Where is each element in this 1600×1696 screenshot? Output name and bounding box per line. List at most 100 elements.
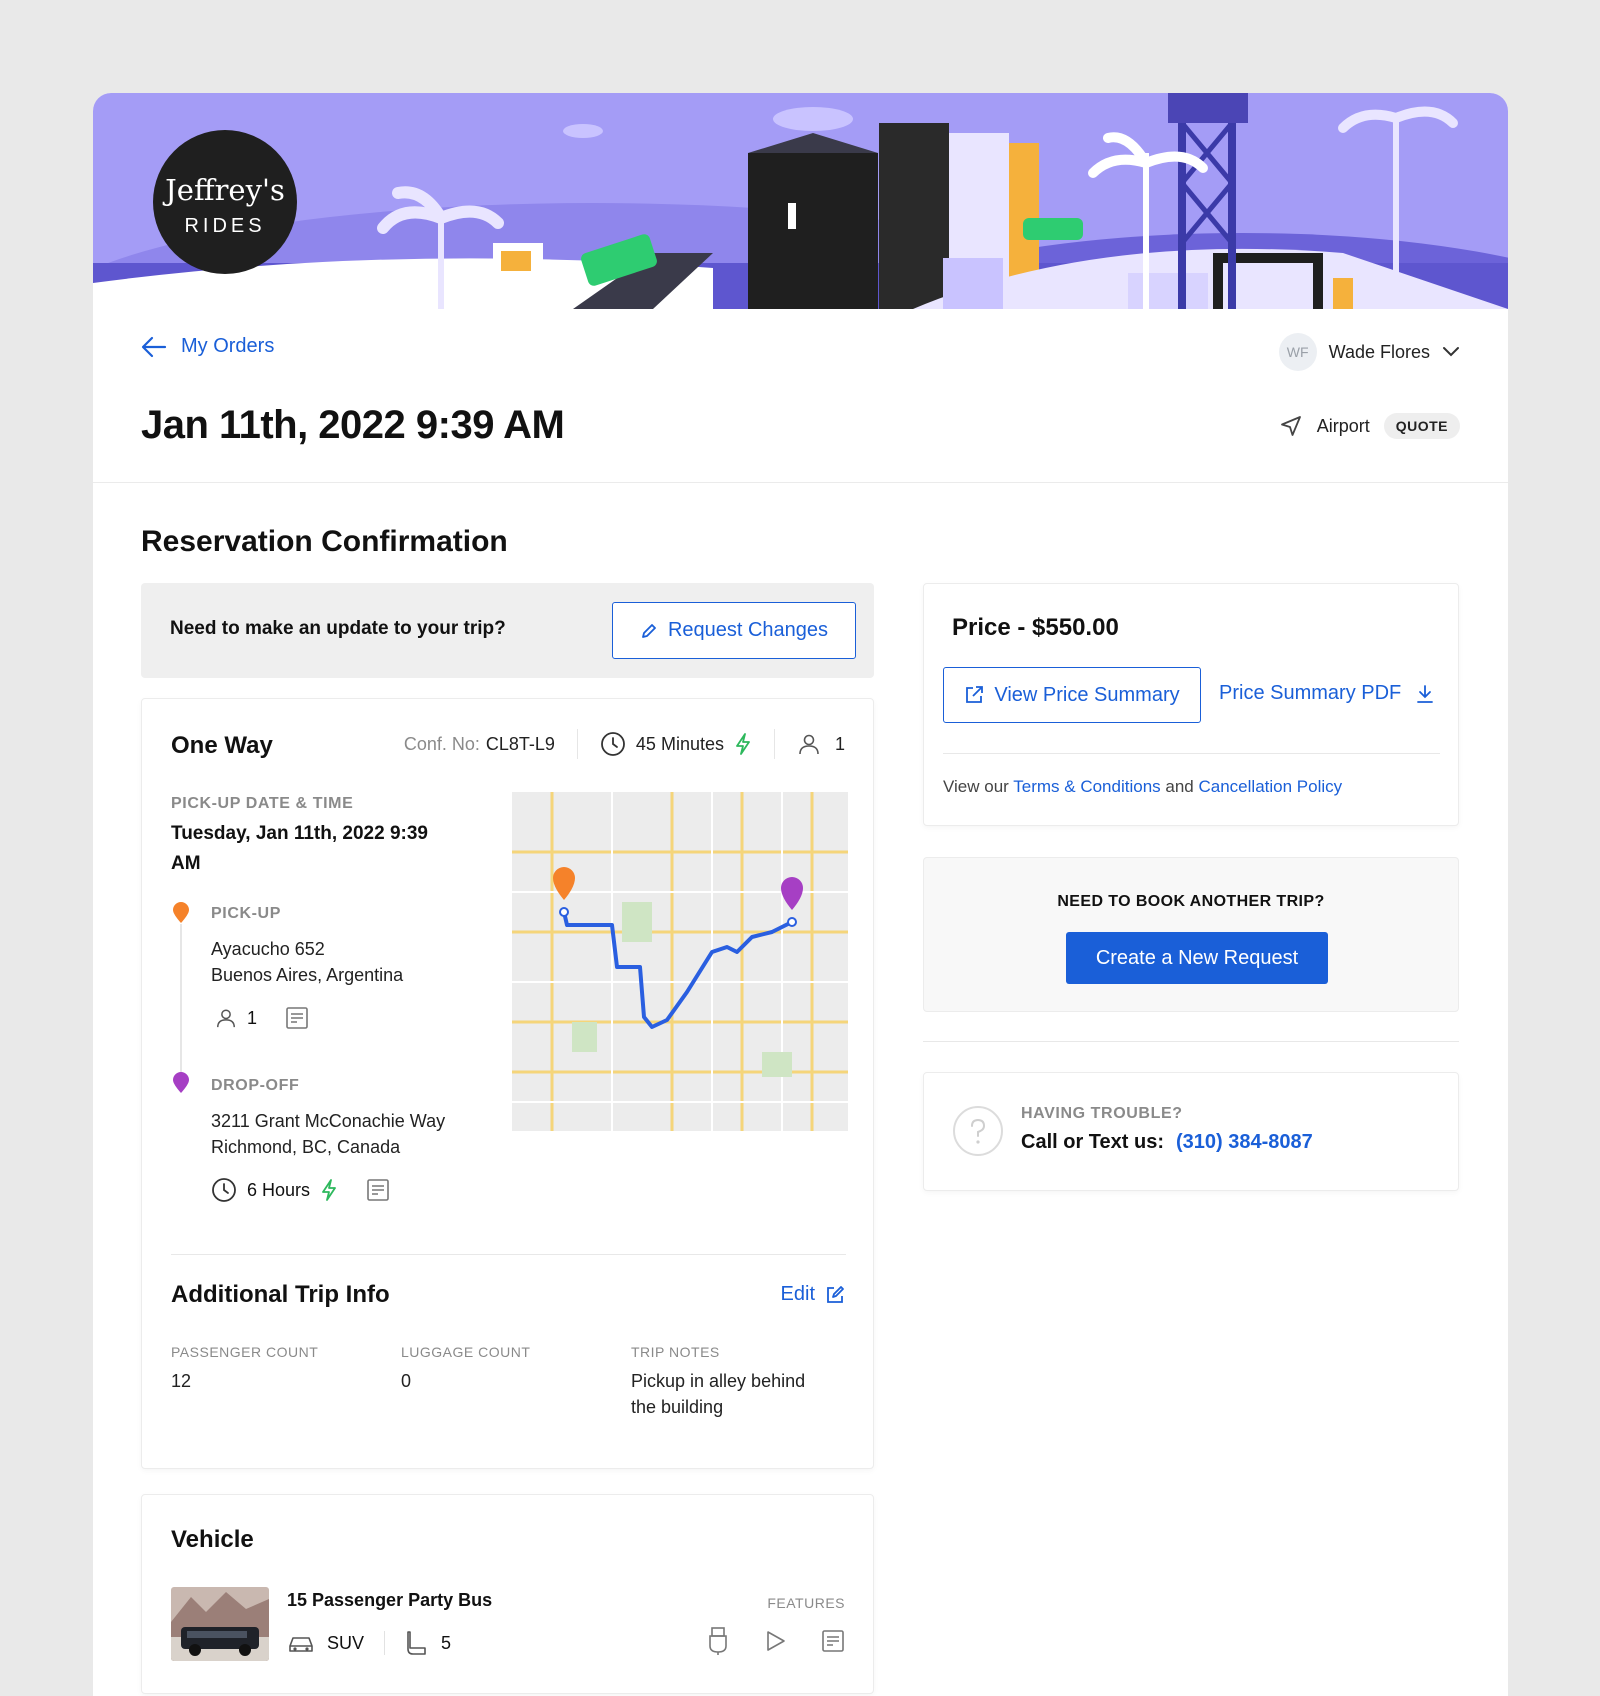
- book-another-panel: NEED TO BOOK ANOTHER TRIP? Create a New …: [923, 857, 1459, 1012]
- view-price-summary-button[interactable]: View Price Summary: [943, 667, 1201, 723]
- trip-details-panel: One Way Conf. No: CL8T-L9 45 Minutes 1 P…: [141, 698, 874, 1469]
- update-question: Need to make an update to your trip?: [170, 618, 506, 639]
- terms-and: and: [1165, 777, 1194, 796]
- vehicle-name: 15 Passenger Party Bus: [287, 1590, 493, 1610]
- section-title: Reservation Confirmation: [141, 525, 508, 558]
- user-menu[interactable]: WF Wade Flores: [1278, 333, 1460, 371]
- luggage-count: 0: [401, 1371, 412, 1391]
- passenger-count-label: PASSENGER COUNT: [171, 1344, 319, 1360]
- chevron-down-icon: [1443, 347, 1459, 357]
- lightning-icon: [322, 1179, 336, 1201]
- price-divider: [943, 753, 1440, 754]
- trip-type: Airport: [1316, 415, 1370, 436]
- notes-icon[interactable]: [285, 1006, 309, 1030]
- features-label: FEATURES: [767, 1595, 845, 1611]
- pickup-extras: 1: [215, 1006, 309, 1030]
- price-summary-pdf-link[interactable]: Price Summary PDF: [1219, 682, 1435, 705]
- edit-button[interactable]: Edit: [781, 1283, 845, 1306]
- vehicle-features: [707, 1626, 845, 1656]
- vehicle-type: SUV: [327, 1632, 365, 1653]
- conf-number: CL8T-L9: [485, 733, 555, 754]
- update-trip-box: Need to make an update to your trip? Req…: [141, 583, 874, 678]
- dropoff-duration: 6 Hours: [247, 1179, 311, 1200]
- help-circle-icon: [953, 1106, 1003, 1156]
- avatar: WF: [1278, 333, 1317, 371]
- lightning-icon: [736, 733, 750, 755]
- header-divider: [93, 482, 1508, 483]
- brand-subtitle: RIDES: [184, 215, 266, 237]
- support-contact: Call or Text us: (310) 384-8087: [1021, 1131, 1313, 1154]
- trip-notes-line1: Pickup in alley behind: [631, 1371, 806, 1391]
- person-icon: [217, 1009, 235, 1028]
- route-map[interactable]: [512, 792, 848, 1131]
- right-divider: [923, 1041, 1459, 1042]
- pickup-address: Ayacucho 652 Buenos Aires, Argentina: [211, 936, 403, 988]
- person-icon: [799, 734, 819, 755]
- pickup-pin-icon: [173, 902, 189, 923]
- trip-notes-line2: the building: [631, 1397, 724, 1417]
- price-summary-pdf-label: Price Summary PDF: [1219, 682, 1402, 704]
- terms-text: View our Terms & Conditions and Cancella…: [943, 777, 1342, 797]
- route-timeline: [180, 924, 182, 1084]
- usb-icon: [709, 1627, 727, 1655]
- back-link-label: My Orders: [181, 335, 275, 357]
- request-changes-label: Request Changes: [667, 619, 829, 641]
- banner-illustration: [93, 93, 1508, 309]
- trip-passengers: 1: [834, 733, 845, 754]
- back-link[interactable]: My Orders: [141, 335, 274, 358]
- support-prompt: Call or Text us:: [1021, 1131, 1164, 1153]
- support-panel: HAVING TROUBLE? Call or Text us: (310) 3…: [923, 1072, 1459, 1191]
- create-new-request-button[interactable]: Create a New Request: [1066, 932, 1328, 984]
- pickup-datetime-line1: Tuesday, Jan 11th, 2022 9:39: [171, 823, 428, 844]
- cancellation-policy-link[interactable]: Cancellation Policy: [1199, 777, 1343, 796]
- price-panel: Price - $550.00 View Price Summary Price…: [923, 583, 1459, 826]
- dropoff-address: 3211 Grant McConachie Way Richmond, BC, …: [211, 1108, 445, 1160]
- vehicle-section-title: Vehicle: [171, 1526, 254, 1553]
- trip-notes-label: TRIP NOTES: [631, 1344, 720, 1360]
- clock-icon: [601, 732, 625, 756]
- vehicle-panel: Vehicle 15 Passenger Party Bus SUV 5 FEA…: [141, 1494, 874, 1694]
- play-icon: [767, 1631, 785, 1651]
- vehicle-specs: SUV 5: [287, 1630, 451, 1656]
- notes-icon: [822, 1630, 844, 1652]
- pickup-datetime: Tuesday, Jan 11th, 2022 9:39 AM: [171, 819, 428, 879]
- arrow-left-icon: [141, 336, 167, 357]
- download-icon: [1417, 684, 1434, 703]
- request-changes-button[interactable]: Request Changes: [612, 602, 856, 659]
- notes-icon[interactable]: [366, 1178, 390, 1202]
- edit-label: Edit: [780, 1283, 815, 1305]
- section-divider: [171, 1254, 846, 1255]
- vehicle-image: [171, 1587, 269, 1661]
- edit-icon: [827, 1285, 844, 1303]
- brand-name: Jeffrey's: [165, 173, 285, 207]
- dropoff-extras: 6 Hours: [211, 1177, 390, 1203]
- page-title: Jan 11th, 2022 9:39 AM: [141, 403, 565, 447]
- trip-duration: 45 Minutes: [635, 733, 724, 754]
- vehicle-seats: 5: [441, 1632, 452, 1653]
- price-title: Price - $550.00: [952, 614, 1119, 641]
- dropoff-address-line2: Richmond, BC, Canada: [211, 1137, 401, 1157]
- dropoff-pin-icon: [173, 1072, 189, 1093]
- navigation-arrow-icon: [1280, 416, 1301, 436]
- support-phone-link[interactable]: (310) 384-8087: [1176, 1131, 1313, 1154]
- pickup-datetime-label: PICK-UP DATE & TIME: [171, 795, 354, 812]
- trip-summary: Conf. No: CL8T-L9 45 Minutes 1: [404, 729, 845, 759]
- view-price-summary-label: View Price Summary: [994, 683, 1180, 706]
- pickup-address-line1: Ayacucho 652: [211, 939, 325, 959]
- luggage-count-label: LUGGAGE COUNT: [401, 1344, 531, 1360]
- external-link-icon: [966, 686, 984, 703]
- clock-icon: [212, 1178, 236, 1202]
- user-name: Wade Flores: [1328, 341, 1430, 362]
- trip-direction: One Way: [171, 732, 273, 759]
- pickup-datetime-line2: AM: [171, 853, 201, 874]
- book-another-question: NEED TO BOOK ANOTHER TRIP?: [1057, 893, 1325, 910]
- terms-prefix: View our: [943, 777, 1009, 796]
- terms-link[interactable]: Terms & Conditions: [1013, 777, 1160, 796]
- pickup-passengers: 1: [247, 1007, 258, 1028]
- brand-logo: Jeffrey's RIDES: [153, 130, 297, 274]
- additional-info-title: Additional Trip Info: [171, 1281, 390, 1308]
- order-meta: Airport QUOTE: [1279, 413, 1460, 439]
- trip-notes: Pickup in alley behind the building: [631, 1368, 805, 1420]
- pickup-label: PICK-UP: [211, 905, 281, 922]
- support-label: HAVING TROUBLE?: [1021, 1105, 1183, 1122]
